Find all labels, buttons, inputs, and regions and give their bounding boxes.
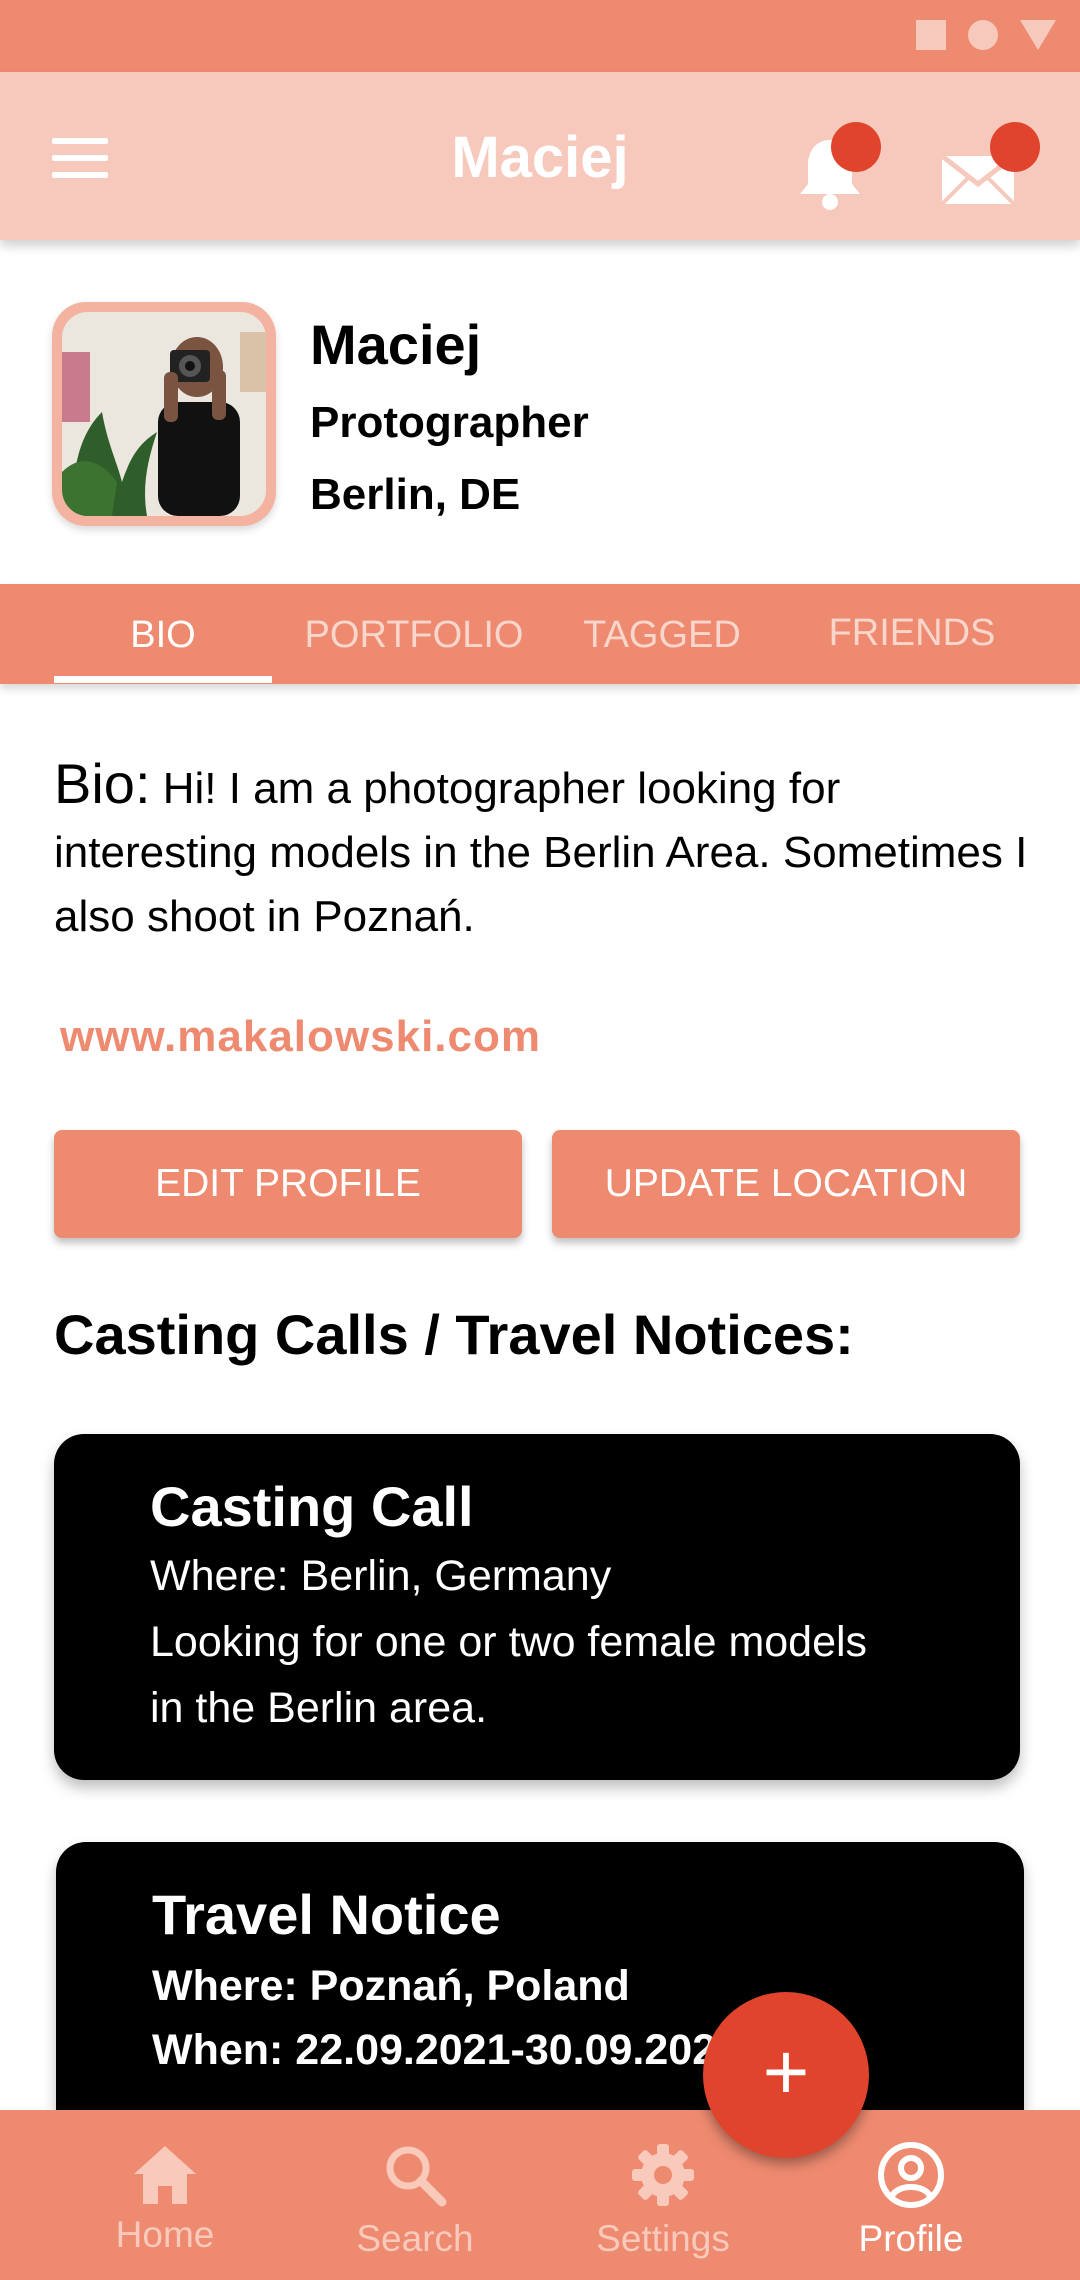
card-where: Where: Poznań, Poland bbox=[152, 1962, 630, 2010]
card-where: Where: Berlin, Germany bbox=[150, 1552, 612, 1600]
profile-location: Berlin, DE bbox=[310, 470, 521, 519]
card-when: When: 22.09.2021-30.09.2021 bbox=[152, 2026, 741, 2074]
status-bar bbox=[0, 0, 1080, 72]
notification-badge bbox=[831, 122, 881, 172]
avatar-photo bbox=[62, 312, 266, 516]
bottom-navigation: Home Search Settings Profile bbox=[0, 2110, 1080, 2280]
card-title: Travel Notice bbox=[152, 1883, 501, 1946]
nav-label: Profile bbox=[858, 2218, 964, 2259]
tab-portfolio[interactable]: PORTFOLIO bbox=[296, 614, 532, 657]
tab-bio[interactable]: BIO bbox=[54, 614, 272, 657]
section-title: Casting Calls / Travel Notices: bbox=[54, 1303, 854, 1366]
nav-label: Search bbox=[356, 2218, 474, 2259]
profile-tabs: BIO PORTFOLIO TAGGED FRIENDS bbox=[0, 584, 1080, 684]
bio-text: Hi! I am a photographer looking for inte… bbox=[54, 764, 1028, 941]
bio-section: Bio: Hi! I am a photographer looking for… bbox=[54, 752, 1044, 949]
website-link[interactable]: www.makalowski.com bbox=[60, 1012, 541, 1062]
status-icons bbox=[916, 20, 1056, 50]
profile-role: Protographer bbox=[310, 398, 589, 447]
avatar[interactable] bbox=[52, 302, 276, 526]
nav-label: Settings bbox=[596, 2218, 730, 2259]
nav-label: Home bbox=[115, 2214, 215, 2255]
notifications-button[interactable] bbox=[795, 122, 885, 214]
active-tab-indicator bbox=[54, 676, 272, 683]
back-system-icon bbox=[1020, 20, 1056, 50]
nav-home[interactable]: Home bbox=[40, 2110, 290, 2280]
tab-friends[interactable]: FRIENDS bbox=[800, 612, 1024, 655]
home-system-icon bbox=[968, 20, 998, 50]
update-location-button[interactable]: UPDATE LOCATION bbox=[552, 1130, 1020, 1238]
card-description: in the Berlin area. bbox=[150, 1684, 488, 1732]
recents-icon bbox=[916, 20, 946, 50]
profile-photo-image bbox=[62, 312, 266, 516]
messages-button[interactable] bbox=[940, 122, 1040, 214]
home-icon bbox=[134, 2146, 196, 2204]
message-badge bbox=[990, 122, 1040, 172]
app-bar: Maciej bbox=[0, 72, 1080, 240]
casting-call-card[interactable]: Casting Call Where: Berlin, Germany Look… bbox=[54, 1434, 1020, 1780]
nav-search[interactable]: Search bbox=[290, 2110, 540, 2280]
card-description: Looking for one or two female models bbox=[150, 1618, 868, 1666]
app-bar-title: Maciej bbox=[451, 125, 629, 190]
card-title: Casting Call bbox=[150, 1475, 474, 1538]
gear-icon bbox=[632, 2144, 694, 2206]
account-circle-icon bbox=[878, 2142, 944, 2208]
bio-label: Bio: bbox=[54, 752, 151, 815]
tab-tagged[interactable]: TAGGED bbox=[556, 614, 768, 657]
edit-profile-button[interactable]: EDIT PROFILE bbox=[54, 1130, 522, 1238]
search-icon bbox=[386, 2146, 447, 2207]
add-button[interactable]: + bbox=[703, 1992, 869, 2158]
profile-name: Maciej bbox=[310, 313, 482, 376]
